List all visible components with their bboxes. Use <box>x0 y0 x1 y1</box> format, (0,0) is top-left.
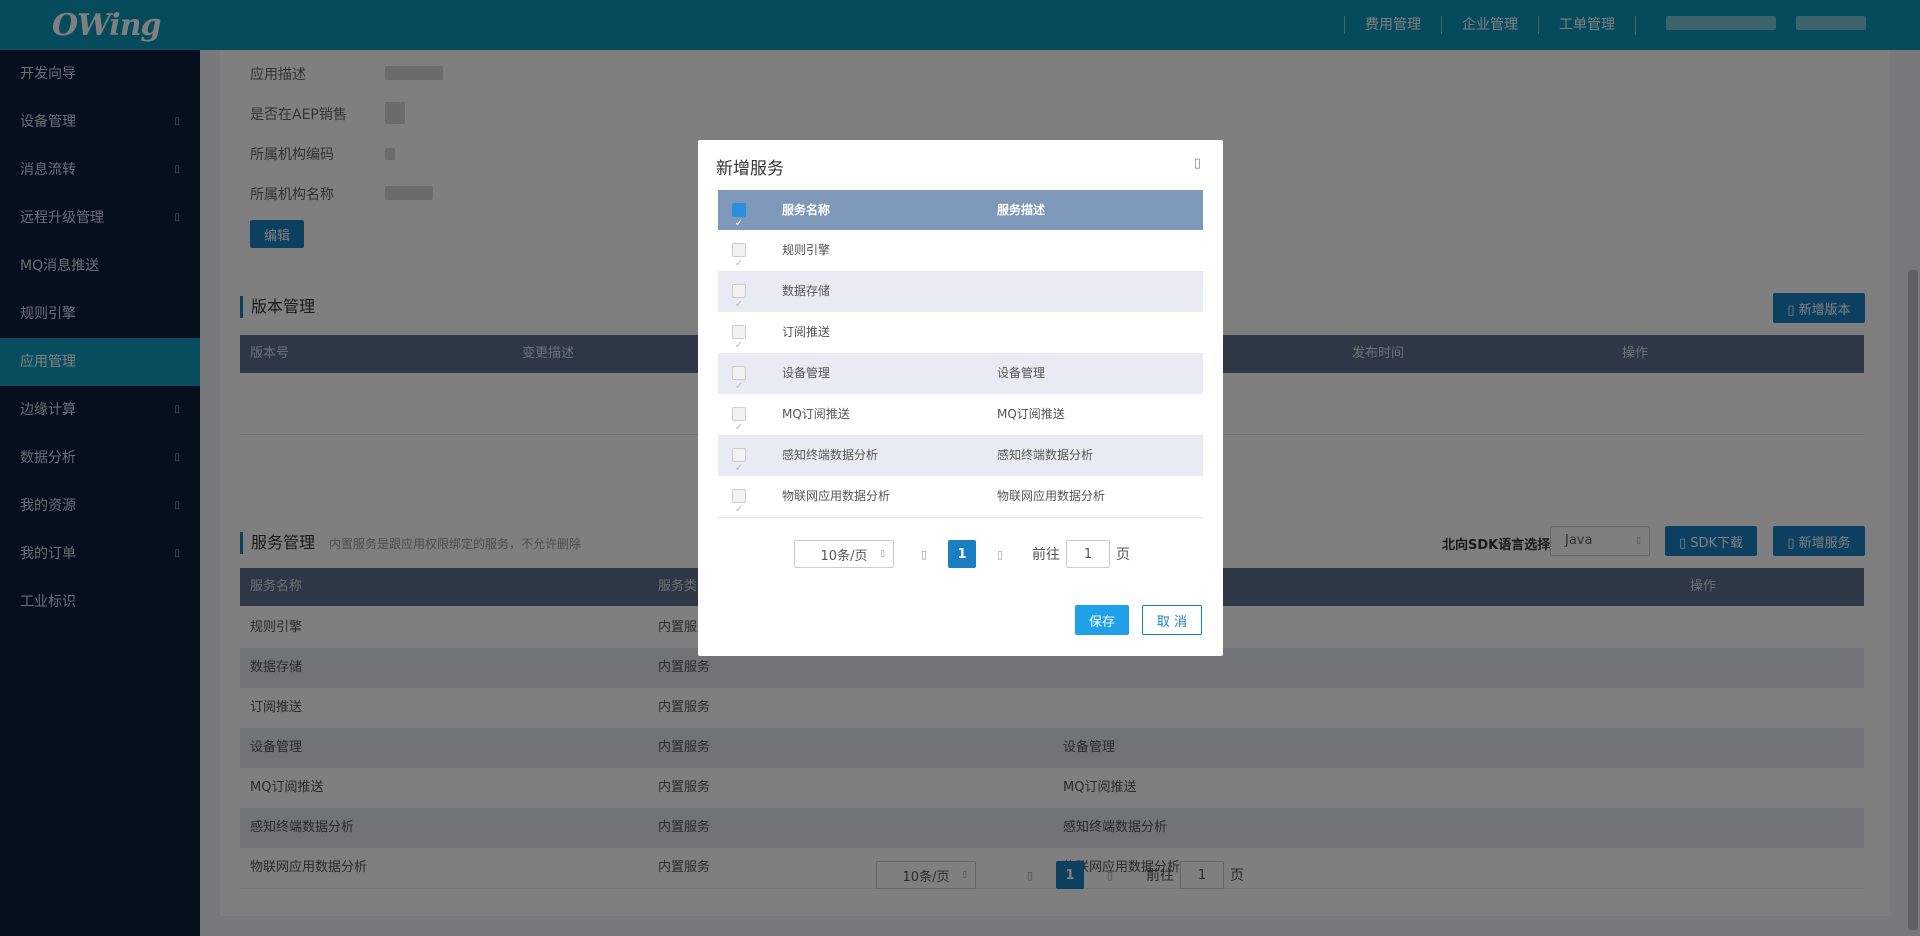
goto-page-input[interactable]: 1 <box>1066 540 1110 568</box>
select-all-checkbox[interactable]: ✓ <box>732 203 746 229</box>
table-header: ✓ 服务名称 服务描述 <box>718 190 1203 230</box>
dialog-pagination: 10条/页 ▯ ▯ 1 ▯ 前往 1 页 <box>794 540 1130 568</box>
page-size-select[interactable]: 10条/页▯ <box>794 540 894 568</box>
save-button[interactable]: 保存 <box>1075 605 1129 635</box>
page-unit: 页 <box>1116 547 1130 563</box>
row-checkbox[interactable]: ✓ <box>732 325 746 351</box>
next-page-icon[interactable]: ▯ <box>986 548 1014 561</box>
table-row: ✓ 订阅推送 <box>718 312 1203 353</box>
goto-label: 前往 <box>1032 547 1060 563</box>
row-checkbox[interactable]: ✓ <box>732 489 746 515</box>
dialog-title: 新增服务 <box>716 159 784 179</box>
table-row: ✓ 设备管理 设备管理 <box>718 353 1203 394</box>
table-row: ✓ 物联网应用数据分析 物联网应用数据分析 <box>718 476 1203 517</box>
divider <box>718 517 1203 518</box>
cancel-button[interactable]: 取 消 <box>1142 605 1202 635</box>
table-row: ✓ 数据存储 <box>718 271 1203 312</box>
prev-page-icon[interactable]: ▯ <box>910 548 938 561</box>
row-checkbox[interactable]: ✓ <box>732 284 746 310</box>
row-checkbox[interactable]: ✓ <box>732 448 746 474</box>
close-icon[interactable]: ▯ <box>1194 156 1201 171</box>
row-checkbox[interactable]: ✓ <box>732 407 746 433</box>
page-number[interactable]: 1 <box>948 540 976 568</box>
row-checkbox[interactable]: ✓ <box>732 366 746 392</box>
table-row: ✓ 感知终端数据分析 感知终端数据分析 <box>718 435 1203 476</box>
table-row: ✓ 规则引擎 <box>718 230 1203 271</box>
service-select-table: ✓ 服务名称 服务描述 ✓ 规则引擎 ✓ 数据存储 ✓ 订阅推送 ✓ 设备管理 设备管理 … <box>718 190 1203 517</box>
row-checkbox[interactable]: ✓ <box>732 243 746 269</box>
table-row: ✓ MQ订阅推送 MQ订阅推送 <box>718 394 1203 435</box>
add-service-dialog: 新增服务 ▯ ✓ 服务名称 服务描述 ✓ 规则引擎 ✓ 数据存储 ✓ 订阅推送 ✓ 设备… <box>698 140 1223 656</box>
